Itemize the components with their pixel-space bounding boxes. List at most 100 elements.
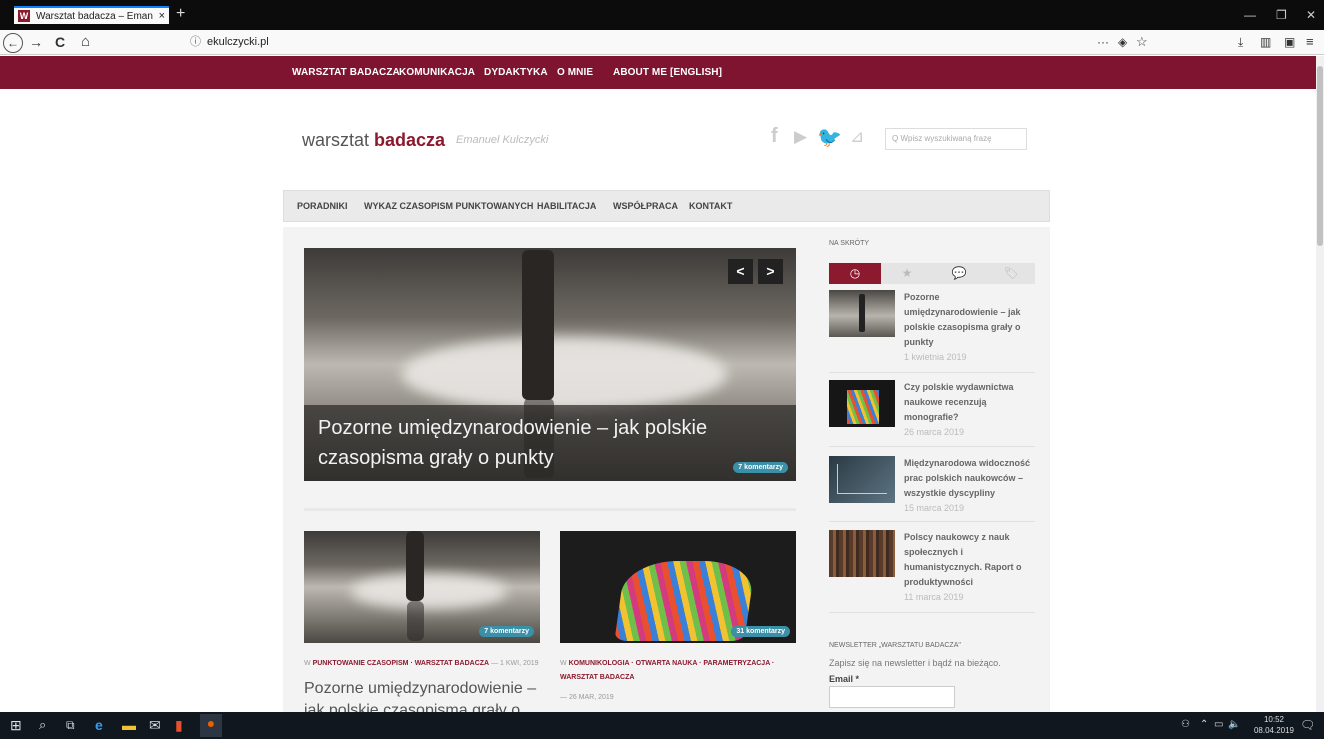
bookmark-star-icon[interactable]: ☆ (1136, 33, 1148, 51)
sidebar-tabs: ◷ ★ 💬 🏷 (829, 263, 1035, 284)
tab-popular-star-icon[interactable]: ★ (881, 263, 933, 284)
mail-icon[interactable]: ✉ (149, 716, 161, 734)
close-window-icon[interactable]: ✕ (1306, 8, 1316, 22)
tab-comments-bubble-icon[interactable]: 💬 (933, 263, 985, 284)
reload-button[interactable]: C (55, 33, 65, 51)
twitter-icon[interactable]: 🐦 (817, 125, 842, 150)
sidebar-post-3-date: 15 marca 2019 (904, 503, 965, 513)
sidebar-post-2-text: Czy polskie wydawnictwa naukowe recenzuj… (904, 380, 1036, 440)
sidebar-post-3-title[interactable]: Międzynarodowa widoczność prac polskich … (904, 458, 1030, 498)
sidebar-separator (829, 521, 1035, 522)
library-icon[interactable]: ▥ (1260, 33, 1271, 51)
card1-puddle (351, 573, 507, 610)
tab-close-icon[interactable]: × (159, 10, 165, 22)
forward-button[interactable]: → (29, 33, 43, 51)
notifications-icon[interactable]: 🗨 (1300, 716, 1315, 734)
browser-tab-bar: W Warsztat badacza – Emanuel Ku × + — ❐ … (0, 0, 1324, 30)
sidebar-post-2-date: 26 marca 2019 (904, 427, 965, 437)
sidebar-separator (829, 446, 1035, 447)
sidebar-icon[interactable]: ▣ (1284, 33, 1295, 51)
card1-categories[interactable]: PUNKTOWANIE CZASOPISM · WARSZTAT BADACZA (313, 660, 490, 667)
card2-categories[interactable]: KOMUNIKOLOGIA · OTWARTA NAUKA · PARAMETR… (560, 660, 774, 681)
nav-dydaktyka[interactable]: DYDAKTYKA (484, 56, 548, 89)
page-scrollbar[interactable] (1316, 56, 1324, 712)
newsletter-heading: NEWSLETTER „WARSZTATU BADACZA" (829, 642, 961, 649)
email-label: Email * (829, 674, 860, 684)
sidebar-separator (829, 612, 1035, 613)
sidebar-post-1-date: 1 kwietnia 2019 (904, 352, 967, 362)
nav-warsztat-badacza[interactable]: WARSZTAT BADACZA (292, 56, 400, 89)
card2-date: — 26 MAR, 2019 (560, 694, 614, 701)
card2-meta: W KOMUNIKOLOGIA · OTWARTA NAUKA · PARAME… (560, 657, 796, 685)
search-input[interactable]: Q Wpisz wyszukiwaną frazę (885, 128, 1027, 150)
minimize-icon[interactable]: — (1244, 8, 1256, 22)
sidebar-thumb-3 (829, 456, 895, 503)
site-logo[interactable]: warsztat badacza (302, 130, 445, 151)
site-top-nav: WARSZTAT BADACZA KOMUNIKACJA DYDAKTYKA O… (0, 56, 1316, 89)
nav-about-me[interactable]: ABOUT ME [ENGLISH] (613, 56, 722, 89)
sidebar-thumb-1 (829, 290, 895, 337)
search-icon[interactable]: ⌕ (39, 716, 46, 734)
menu-wykaz[interactable]: WYKAZ CZASOPISM PUNKTOWANYCH (364, 191, 533, 221)
hero-person (522, 250, 554, 400)
downloads-icon[interactable]: ⤓ (1238, 33, 1243, 51)
people-icon[interactable]: ⚇ (1181, 716, 1190, 734)
sidebar-thumb-4 (829, 530, 895, 577)
document-app-icon[interactable]: ▮ (175, 716, 183, 734)
scrollbar-thumb[interactable] (1317, 66, 1323, 246)
home-button[interactable]: ⌂ (81, 33, 90, 51)
sidebar-post-4-title[interactable]: Polscy naukowcy z nauk społecznych i hum… (904, 532, 1022, 587)
card1-date: — 1 KWI, 2019 (491, 660, 539, 667)
sidebar-post-4-date: 11 marca 2019 (904, 592, 964, 602)
back-button[interactable]: ← (3, 33, 23, 53)
tab-recent-clock-icon[interactable]: ◷ (829, 263, 881, 284)
url-bar[interactable]: ⓘ ekulczycki.pl (184, 33, 1104, 52)
divider (304, 508, 796, 511)
slider-next-button[interactable]: > (758, 259, 783, 284)
info-icon[interactable]: ⓘ (190, 36, 201, 48)
nav-o-mnie[interactable]: O MNIE (557, 56, 593, 89)
tab-tags-tag-icon[interactable]: 🏷 (985, 263, 1037, 284)
network-icon[interactable]: ▭ (1214, 716, 1223, 734)
firefox-icon[interactable]: ● (200, 714, 222, 737)
card1-comments-badge[interactable]: 7 komentarzy (479, 626, 534, 637)
browser-tab[interactable]: W Warsztat badacza – Emanuel Ku × (14, 6, 169, 24)
windows-start-icon[interactable]: ⊞ (10, 716, 22, 734)
card2-comments-badge[interactable]: 31 komentarzy (731, 626, 790, 637)
page-actions-button[interactable]: ··· (1097, 33, 1109, 51)
tray-chevron-icon[interactable]: ⌃ (1200, 716, 1208, 734)
maximize-icon[interactable]: ❐ (1276, 8, 1287, 22)
card-image-1[interactable]: 7 komentarzy (304, 531, 540, 643)
new-tab-button[interactable]: + (176, 6, 185, 22)
sidebar-separator (829, 372, 1035, 373)
card1-reflection (407, 601, 424, 641)
nav-komunikacja[interactable]: KOMUNIKACJA (399, 56, 475, 89)
hero-comments-badge[interactable]: 7 komentarzy (733, 462, 788, 473)
sidebar-post-3-text: Międzynarodowa widoczność prac polskich … (904, 456, 1036, 516)
menu-wspolpraca[interactable]: WSPÓŁPRACA (613, 191, 678, 221)
edge-icon[interactable]: e (95, 716, 103, 734)
email-field[interactable] (829, 686, 955, 708)
menu-icon[interactable]: ≡ (1306, 33, 1314, 51)
slider-prev-button[interactable]: < (728, 259, 753, 284)
menu-kontakt[interactable]: KONTAKT (689, 191, 732, 221)
sidebar-thumb-2 (829, 380, 895, 427)
menu-poradniki[interactable]: PORADNIKI (297, 191, 348, 221)
sidebar-post-1-title[interactable]: Pozorne umiędzynarodowienie – jak polski… (904, 292, 1021, 347)
task-view-icon[interactable]: ⧉ (66, 716, 75, 734)
volume-icon[interactable]: 🔈 (1228, 716, 1240, 734)
menu-habilitacja[interactable]: HABILITACJA (537, 191, 596, 221)
hero-slider[interactable]: Pozorne umiędzynarodowienie – jak polski… (304, 248, 796, 481)
rss-icon[interactable]: ⊿ (850, 127, 864, 147)
facebook-icon[interactable]: f (771, 125, 778, 148)
card-image-2[interactable]: 31 komentarzy (560, 531, 796, 643)
sidebar-post-2-title[interactable]: Czy polskie wydawnictwa naukowe recenzuj… (904, 382, 1014, 422)
youtube-icon[interactable]: ▶ (794, 127, 807, 147)
newsletter-text: Zapisz się na newsletter i bądź na bieżą… (829, 658, 1001, 668)
card1-title[interactable]: Pozorne umiędzynarodowienie – jak polski… (304, 678, 544, 712)
taskbar-clock[interactable]: 10:52 08.04.2019 (1254, 714, 1294, 736)
pocket-icon[interactable]: ◈ (1118, 33, 1127, 51)
hero-title[interactable]: Pozorne umiędzynarodowienie – jak polski… (318, 413, 738, 473)
tab-title: Warsztat badacza – Emanuel Ku (36, 10, 153, 22)
file-explorer-icon[interactable]: ▬ (122, 716, 136, 734)
